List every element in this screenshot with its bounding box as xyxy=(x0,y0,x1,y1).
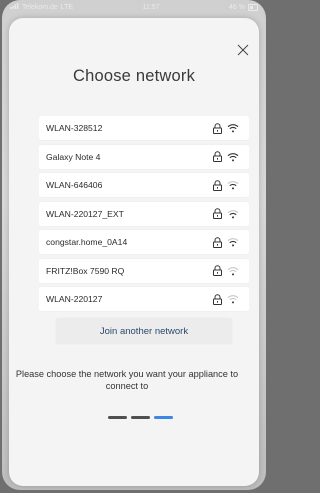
status-bar-left: Telekom.de LTE xyxy=(10,3,73,11)
page-dot xyxy=(131,416,150,419)
network-status-icons xyxy=(212,179,239,191)
join-another-network-button[interactable]: Join another network xyxy=(56,318,232,344)
lock-icon xyxy=(212,179,223,191)
close-button[interactable] xyxy=(235,42,251,58)
page-indicator xyxy=(108,416,173,419)
network-type: LTE xyxy=(60,3,74,11)
network-name: WLAN-220127 xyxy=(46,294,103,304)
network-status-icons xyxy=(212,265,239,276)
wifi-signal-icon xyxy=(227,180,239,190)
network-status-icons xyxy=(212,236,239,248)
lock-icon xyxy=(212,122,223,134)
network-row[interactable]: WLAN-220127_EXT xyxy=(39,201,249,226)
network-status-icons xyxy=(212,293,239,305)
status-bar: Telekom.de LTE 11:57 46 % xyxy=(2,0,266,14)
network-row[interactable]: WLAN-646406 xyxy=(39,173,249,197)
dialog-title: Choose network xyxy=(72,67,196,85)
carrier-name: Telekom.de xyxy=(22,3,58,11)
status-bar-right: 46 % xyxy=(229,3,258,11)
lock-icon xyxy=(212,265,223,276)
wifi-signal-icon xyxy=(227,266,239,276)
page-dot xyxy=(108,416,127,419)
network-name: congstar.home_0A14 xyxy=(46,237,128,247)
lock-icon xyxy=(212,236,223,248)
clock: 11:57 xyxy=(142,3,160,11)
page-dot-active xyxy=(154,416,173,419)
lock-icon xyxy=(212,293,223,305)
network-name: WLAN-220127_EXT xyxy=(46,208,124,219)
lock-icon xyxy=(212,151,223,162)
network-status-icons xyxy=(212,122,239,134)
dialog-description: Please choose the network you want your … xyxy=(15,369,239,391)
wifi-signal-icon xyxy=(227,237,239,247)
wifi-signal-icon xyxy=(227,152,239,162)
cellular-signal-icon xyxy=(10,3,19,11)
wifi-signal-icon xyxy=(227,209,239,219)
network-row[interactable]: congstar.home_0A14 xyxy=(39,230,249,254)
network-list[interactable]: WLAN-328512 Galaxy Note 4 WLAN-646406 WLAN-… xyxy=(39,116,249,320)
battery-percent: 46 % xyxy=(229,3,245,11)
network-row[interactable]: WLAN-328512 xyxy=(39,116,249,140)
wifi-signal-icon xyxy=(227,294,239,304)
network-row[interactable]: FRITZ!Box 7590 RQ xyxy=(39,258,249,283)
close-icon xyxy=(237,44,249,56)
network-status-icons xyxy=(212,151,239,162)
network-name: WLAN-646406 xyxy=(46,180,103,190)
wifi-signal-icon xyxy=(227,123,239,133)
network-row[interactable]: WLAN-220127 xyxy=(39,287,249,311)
network-name: Galaxy Note 4 xyxy=(46,151,101,162)
network-row[interactable]: Galaxy Note 4 xyxy=(39,144,249,169)
phone-screen: Telekom.de LTE 11:57 46 % Choose network… xyxy=(2,0,266,490)
lock-icon xyxy=(212,208,223,219)
battery-icon xyxy=(248,3,258,11)
network-name: WLAN-328512 xyxy=(46,123,103,133)
network-status-icons xyxy=(212,208,239,219)
network-name: FRITZ!Box 7590 RQ xyxy=(46,265,125,276)
